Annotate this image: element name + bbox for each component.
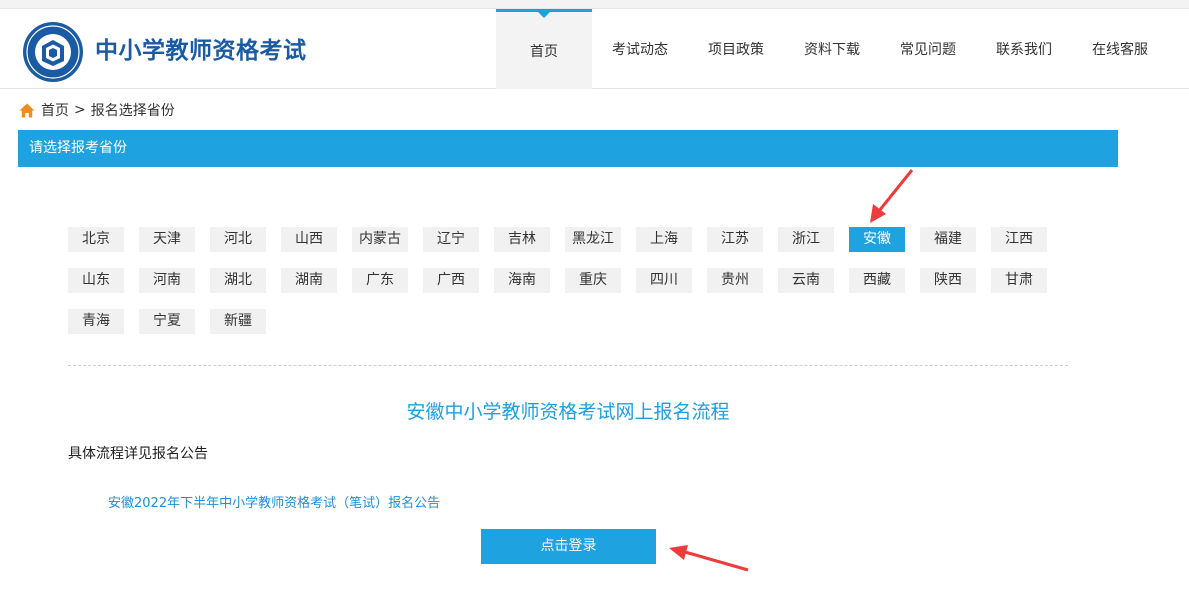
nav-item-label: 在线客服 bbox=[1092, 42, 1148, 58]
province-button[interactable]: 宁夏 bbox=[139, 309, 195, 334]
breadcrumb: 首页 > 报名选择省份 bbox=[19, 100, 175, 120]
province-button[interactable]: 新疆 bbox=[210, 309, 266, 334]
arrow-to-login-icon bbox=[669, 545, 749, 572]
nav-item-label: 资料下载 bbox=[804, 42, 860, 58]
province-button[interactable]: 辽宁 bbox=[423, 227, 479, 252]
province-button[interactable]: 山西 bbox=[281, 227, 337, 252]
province-button[interactable]: 吉林 bbox=[494, 227, 550, 252]
nav-item-4[interactable]: 常见问题 bbox=[880, 9, 976, 89]
arrow-to-anhui-icon bbox=[870, 169, 914, 223]
nav-item-1[interactable]: 考试动态 bbox=[592, 9, 688, 89]
province-button[interactable]: 浙江 bbox=[778, 227, 834, 252]
dashed-divider bbox=[68, 365, 1068, 366]
province-button[interactable]: 河北 bbox=[210, 227, 266, 252]
flow-description: 具体流程详见报名公告 bbox=[68, 446, 208, 462]
province-button[interactable]: 陕西 bbox=[920, 268, 976, 293]
province-button[interactable]: 内蒙古 bbox=[352, 227, 408, 252]
registration-notice-link[interactable]: 安徽2022年下半年中小学教师资格考试（笔试）报名公告 bbox=[108, 492, 440, 511]
province-button[interactable]: 西藏 bbox=[849, 268, 905, 293]
nav-item-3[interactable]: 资料下载 bbox=[784, 9, 880, 89]
province-button[interactable]: 上海 bbox=[636, 227, 692, 252]
province-button[interactable]: 北京 bbox=[68, 227, 124, 252]
province-button[interactable]: 安徽 bbox=[849, 227, 905, 252]
province-button[interactable]: 青海 bbox=[68, 309, 124, 334]
breadcrumb-current: 报名选择省份 bbox=[90, 103, 175, 119]
login-button[interactable]: 点击登录 bbox=[481, 529, 656, 564]
breadcrumb-separator: > bbox=[74, 102, 86, 118]
province-button[interactable]: 海南 bbox=[494, 268, 550, 293]
nav-item-5[interactable]: 联系我们 bbox=[976, 9, 1072, 89]
province-button[interactable]: 贵州 bbox=[707, 268, 763, 293]
breadcrumb-home-link[interactable]: 首页 bbox=[41, 100, 69, 120]
province-button[interactable]: 山东 bbox=[68, 268, 124, 293]
nav-item-label: 首页 bbox=[530, 43, 558, 60]
province-button[interactable]: 江西 bbox=[991, 227, 1047, 252]
logo-emblem-icon bbox=[23, 22, 83, 82]
province-button[interactable]: 湖北 bbox=[210, 268, 266, 293]
nav-item-2[interactable]: 项目政策 bbox=[688, 9, 784, 89]
nav-item-label: 考试动态 bbox=[612, 42, 668, 58]
province-button[interactable]: 河南 bbox=[139, 268, 195, 293]
province-button[interactable]: 天津 bbox=[139, 227, 195, 252]
province-button[interactable]: 广西 bbox=[423, 268, 479, 293]
active-caret-icon bbox=[538, 12, 550, 18]
site-header: 中小学教师资格考试 首页 考试动态 项目政策 资料下载 常见问题 联系我们 在线客服 bbox=[0, 9, 1189, 89]
home-icon bbox=[19, 103, 35, 117]
province-button[interactable]: 黑龙江 bbox=[565, 227, 621, 252]
province-button[interactable]: 湖南 bbox=[281, 268, 337, 293]
province-button[interactable]: 福建 bbox=[920, 227, 976, 252]
province-button[interactable]: 四川 bbox=[636, 268, 692, 293]
province-button[interactable]: 云南 bbox=[778, 268, 834, 293]
nav-item-label: 项目政策 bbox=[708, 42, 764, 58]
nav-item-6[interactable]: 在线客服 bbox=[1072, 9, 1168, 89]
province-button[interactable]: 重庆 bbox=[565, 268, 621, 293]
main-nav: 首页 考试动态 项目政策 资料下载 常见问题 联系我们 在线客服 bbox=[496, 9, 1168, 89]
section-header-bar: 请选择报考省份 bbox=[18, 130, 1118, 167]
nav-item-0[interactable]: 首页 bbox=[496, 9, 592, 89]
registration-flow-title: 安徽中小学教师资格考试网上报名流程 bbox=[406, 401, 730, 423]
province-button[interactable]: 江苏 bbox=[707, 227, 763, 252]
province-button[interactable]: 甘肃 bbox=[991, 268, 1047, 293]
nav-item-label: 常见问题 bbox=[900, 42, 956, 58]
nav-item-label: 联系我们 bbox=[996, 42, 1052, 58]
top-strip bbox=[0, 0, 1189, 9]
site-title: 中小学教师资格考试 bbox=[95, 38, 307, 64]
province-button[interactable]: 广东 bbox=[352, 268, 408, 293]
